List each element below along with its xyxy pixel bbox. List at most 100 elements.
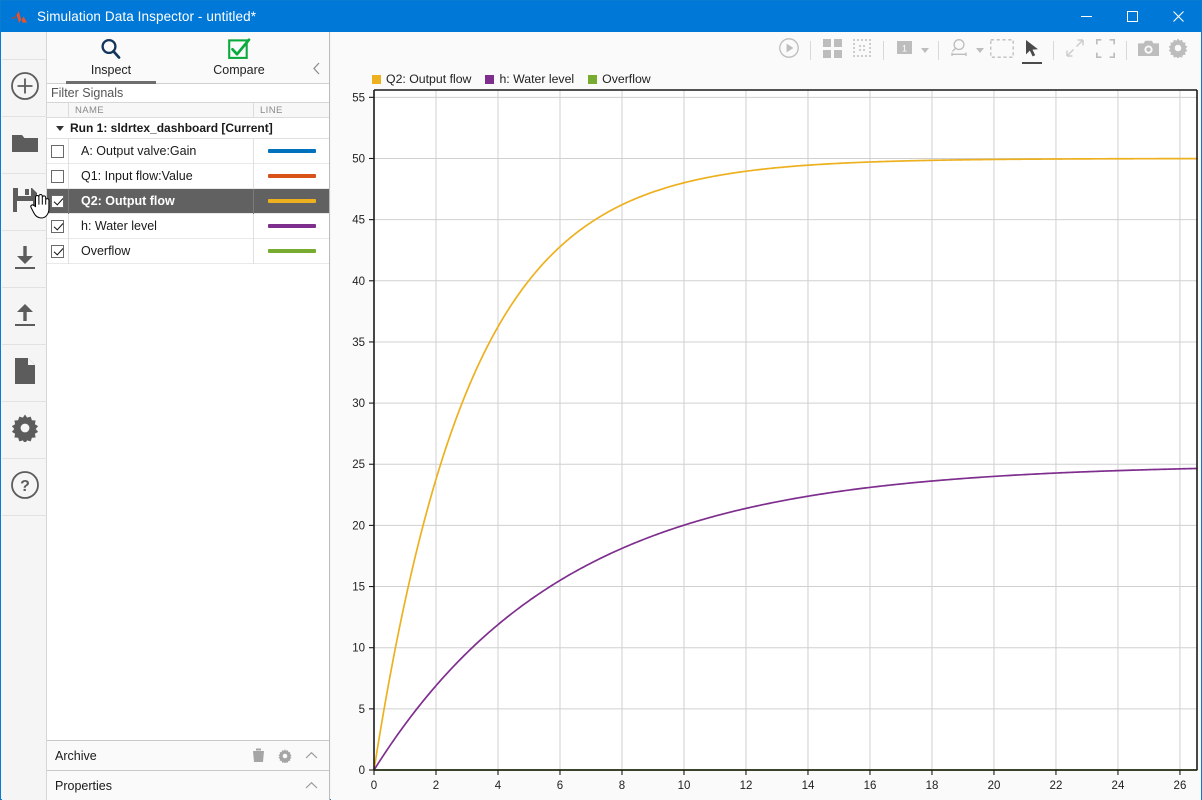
sparklines-button[interactable]: [847, 36, 877, 66]
tab-inspect[interactable]: Inspect: [47, 32, 175, 84]
header-line: LINE: [254, 103, 329, 118]
open-button[interactable]: [2, 117, 47, 174]
signal-checkbox-cell[interactable]: [47, 164, 69, 189]
svg-text:24: 24: [1112, 780, 1125, 792]
add-run-button[interactable]: [2, 60, 47, 117]
header-name: NAME: [69, 103, 254, 118]
export-button[interactable]: [2, 288, 47, 345]
svg-text:2: 2: [433, 780, 439, 792]
line-color-swatch[interactable]: [268, 224, 316, 228]
svg-text:14: 14: [802, 780, 815, 792]
document-icon: [13, 357, 37, 390]
signal-checkbox[interactable]: [51, 195, 64, 208]
signal-list: A: Output valve:Gain Q1: Input flow:Valu…: [47, 139, 329, 740]
toolbar-separator: [938, 41, 939, 60]
signal-row-0[interactable]: A: Output valve:Gain: [47, 139, 329, 164]
plus-circle-icon: [10, 71, 40, 106]
save-button[interactable]: [2, 174, 47, 231]
signal-checkbox[interactable]: [51, 245, 64, 258]
close-button[interactable]: [1155, 1, 1201, 32]
snapshot-button[interactable]: [1133, 36, 1163, 66]
fullscreen-brackets-icon: [1096, 39, 1115, 63]
grid-4-icon: [823, 39, 842, 63]
signal-checkbox-cell[interactable]: [47, 239, 69, 264]
help-circle-icon: ?: [10, 470, 40, 505]
legend-item-2[interactable]: Overflow: [588, 72, 651, 86]
trash-icon[interactable]: [252, 748, 265, 763]
filter-signals-row[interactable]: [47, 84, 329, 103]
camera-icon: [1138, 40, 1159, 62]
chevron-down-icon[interactable]: [976, 48, 984, 53]
signal-row-4[interactable]: Overflow: [47, 239, 329, 264]
fit-box-icon: [990, 39, 1014, 63]
cursor-button[interactable]: [1017, 36, 1047, 66]
properties-section-bar[interactable]: Properties: [47, 770, 329, 800]
magnifier-icon: [99, 36, 123, 62]
signal-row-3[interactable]: h: Water level: [47, 214, 329, 239]
svg-text:?: ?: [20, 478, 30, 495]
line-color-swatch[interactable]: [268, 174, 316, 178]
properties-label: Properties: [55, 779, 112, 793]
maximize-plot-button[interactable]: [1090, 36, 1120, 66]
legend-swatch: [485, 75, 494, 84]
line-color-swatch[interactable]: [268, 199, 316, 203]
run-group-header[interactable]: Run 1: sldrtex_dashboard [Current]: [47, 118, 329, 139]
chevron-up-icon[interactable]: [305, 751, 318, 760]
signal-checkbox[interactable]: [51, 220, 64, 233]
time-plot[interactable]: 0510152025303540455055024681012141618202…: [331, 89, 1201, 800]
signal-line-cell[interactable]: [254, 139, 329, 164]
signal-name: Q2: Output flow: [69, 189, 254, 214]
plot-settings-button[interactable]: [1163, 36, 1193, 66]
subplots-button[interactable]: [817, 36, 847, 66]
svg-text:12: 12: [740, 780, 753, 792]
signal-line-cell[interactable]: [254, 164, 329, 189]
signal-row-1[interactable]: Q1: Input flow:Value: [47, 164, 329, 189]
signal-checkbox[interactable]: [51, 170, 64, 183]
signal-browser-panel: Inspect Compare NAME LINE: [47, 32, 330, 800]
chevron-down-icon[interactable]: [921, 48, 929, 53]
signal-name: A: Output valve:Gain: [69, 139, 254, 164]
maximize-button[interactable]: [1109, 1, 1155, 32]
plot-canvas-wrap[interactable]: 0510152025303540455055024681012141618202…: [331, 89, 1201, 800]
legend-item-0[interactable]: Q2: Output flow: [372, 72, 471, 86]
fit-to-view-button[interactable]: [987, 36, 1017, 66]
save-icon: [12, 187, 38, 218]
signal-line-cell[interactable]: [254, 239, 329, 264]
report-button[interactable]: [2, 345, 47, 402]
signal-row-2[interactable]: Q2: Output flow: [47, 189, 329, 214]
header-checkbox-cell: [47, 103, 69, 118]
signal-line-cell[interactable]: [254, 214, 329, 239]
run-button[interactable]: [774, 36, 804, 66]
zoom-in-x-button[interactable]: [945, 36, 975, 66]
svg-text:5: 5: [359, 704, 365, 716]
signal-checkbox[interactable]: [51, 145, 64, 158]
signal-checkbox-cell[interactable]: [47, 189, 69, 214]
chevron-left-icon[interactable]: [312, 62, 321, 77]
svg-text:0: 0: [371, 780, 377, 792]
line-color-swatch[interactable]: [268, 149, 316, 153]
import-button[interactable]: [2, 231, 47, 288]
help-button[interactable]: ?: [2, 459, 47, 516]
pan-button[interactable]: [1060, 36, 1090, 66]
svg-text:20: 20: [988, 780, 1001, 792]
minimize-button[interactable]: [1063, 1, 1109, 32]
signal-line-cell[interactable]: [254, 189, 329, 214]
zoom-x-icon: [950, 38, 971, 63]
filter-signals-input[interactable]: [47, 86, 329, 100]
legend-item-1[interactable]: h: Water level: [485, 72, 574, 86]
archive-section-bar[interactable]: Archive: [47, 740, 329, 770]
chevron-up-icon[interactable]: [305, 781, 318, 790]
toolbar-separator: [883, 41, 884, 60]
gear-icon[interactable]: [278, 749, 292, 763]
window-controls: [1063, 1, 1201, 32]
tab-compare[interactable]: Compare: [175, 32, 303, 84]
layout-button[interactable]: 1: [890, 36, 920, 66]
preferences-button[interactable]: [2, 402, 47, 459]
svg-text:4: 4: [495, 780, 502, 792]
svg-text:30: 30: [352, 398, 365, 410]
signal-checkbox-cell[interactable]: [47, 139, 69, 164]
signal-checkbox-cell[interactable]: [47, 214, 69, 239]
svg-text:10: 10: [352, 643, 365, 655]
legend-label: h: Water level: [499, 72, 574, 86]
line-color-swatch[interactable]: [268, 249, 316, 253]
